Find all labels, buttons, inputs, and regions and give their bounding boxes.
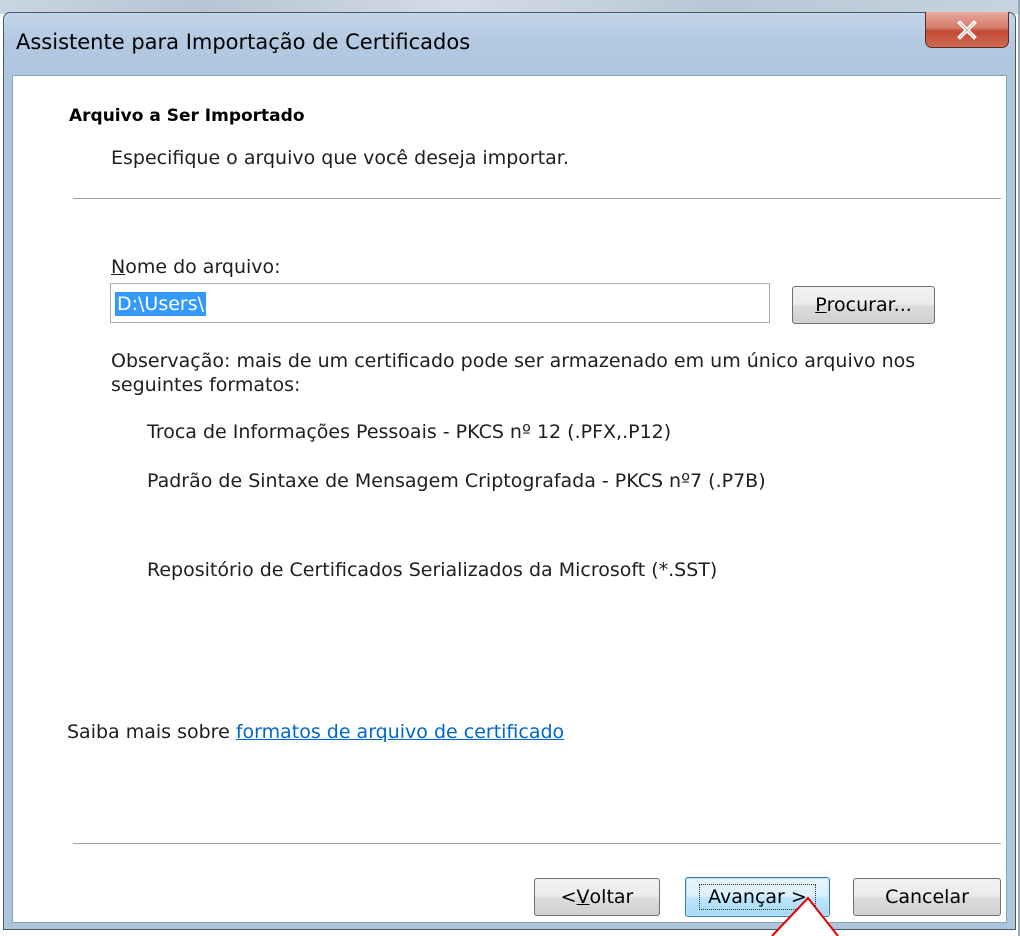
footer-divider — [73, 843, 1001, 845]
format-item-sst: Repositório de Certificados Serializados… — [147, 559, 718, 581]
browse-mnemonic: P — [815, 294, 827, 316]
close-button[interactable] — [925, 12, 1009, 48]
window-title: Assistente para Importação de Certificad… — [16, 30, 471, 54]
format-item-pfx: Troca de Informações Pessoais - PKCS nº … — [147, 421, 672, 443]
cancel-button[interactable]: Cancelar — [853, 878, 1001, 916]
browse-button[interactable]: Procurar... — [792, 286, 935, 324]
back-button[interactable]: < Voltar — [534, 878, 660, 916]
certificate-import-wizard-window: Assistente para Importação de Certificad… — [3, 12, 1016, 930]
wizard-page: Arquivo a Ser Importado Especifique o ar… — [12, 75, 1007, 923]
file-name-value: D:\Users\ — [115, 292, 207, 316]
format-item-p7b: Padrão de Sintaxe de Mensagem Criptograf… — [147, 470, 766, 492]
file-name-label-mnemonic: N — [111, 256, 126, 278]
browse-label: rocurar... — [826, 294, 912, 316]
back-prefix: < — [560, 886, 577, 908]
annotation-arrow-icon — [771, 896, 839, 936]
cancel-label: Cancelar — [885, 886, 969, 908]
screenshot-frame: Assistente para Importação de Certificad… — [0, 0, 1020, 936]
page-title: Arquivo a Ser Importado — [69, 106, 305, 126]
close-icon — [957, 19, 977, 40]
formats-note: Observação: mais de um certificado pode … — [111, 350, 916, 396]
learn-more-text: Saiba mais sobre formatos de arquivo de … — [67, 721, 564, 743]
title-bar[interactable]: Assistente para Importação de Certificad… — [4, 12, 1015, 73]
page-subtitle: Especifique o arquivo que você deseja im… — [111, 147, 569, 169]
back-label: oltar — [589, 886, 634, 908]
header-divider — [73, 198, 1001, 200]
file-name-label: Nome do arquivo: — [111, 256, 281, 278]
back-mnemonic: V — [576, 886, 590, 908]
learn-more-prefix: Saiba mais sobre — [67, 721, 236, 743]
certificate-formats-link[interactable]: formatos de arquivo de certificado — [236, 721, 564, 743]
file-name-label-text: ome do arquivo: — [125, 256, 281, 278]
file-name-input[interactable]: D:\Users\ — [110, 283, 770, 323]
